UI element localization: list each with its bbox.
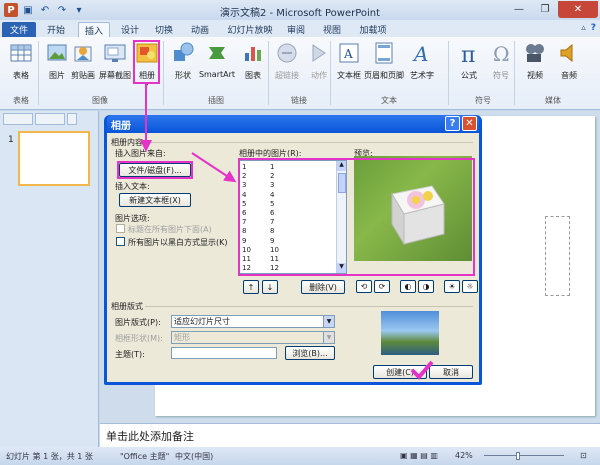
arrow-file-to-list bbox=[191, 152, 237, 183]
annotation-arrows bbox=[140, 84, 237, 183]
